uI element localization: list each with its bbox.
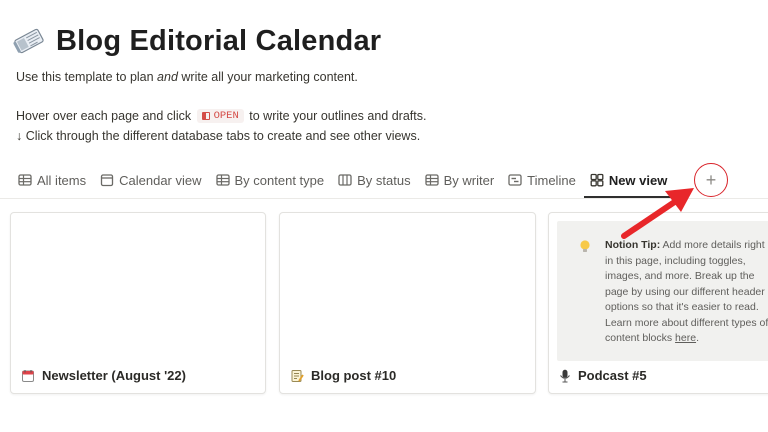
tab-label: By writer xyxy=(443,172,495,188)
tab-label: By status xyxy=(357,172,411,188)
tab-label: New view xyxy=(608,172,668,188)
title-row: Blog Editorial Calendar xyxy=(12,24,381,58)
page-title[interactable]: Blog Editorial Calendar xyxy=(56,25,381,58)
card-preview: Notion Tip: Add more details right in th… xyxy=(557,221,768,361)
microphone-icon xyxy=(560,369,570,382)
tab-label: Timeline xyxy=(527,172,576,188)
timeline-icon xyxy=(508,174,522,186)
open-chip-label: OPEN xyxy=(213,110,239,122)
open-chip: OPEN xyxy=(196,109,244,123)
tab-label: All items xyxy=(37,172,87,188)
database-view-tabs: All items Calendar view By content type … xyxy=(12,164,676,198)
table-icon xyxy=(424,174,439,186)
description-line-3: ↓ Click through the different database t… xyxy=(16,129,421,143)
calendar-page-icon xyxy=(22,369,34,382)
description-text: write all your marketing content. xyxy=(177,70,358,84)
open-in-side-icon xyxy=(201,112,210,120)
plus-icon: + xyxy=(705,169,717,190)
description-emphasis: and xyxy=(157,70,178,84)
description-text: Hover over each page and click xyxy=(16,109,195,123)
lightbulb-icon xyxy=(580,240,590,252)
description-line-2: Hover over each page and click OPEN to w… xyxy=(16,109,426,123)
tip-link[interactable]: here xyxy=(675,332,696,344)
tab-all-items[interactable]: All items xyxy=(12,165,94,195)
table-icon xyxy=(215,174,230,186)
tab-new-view[interactable]: New view xyxy=(583,165,676,198)
gallery-icon xyxy=(590,173,604,187)
tab-by-content-type[interactable]: By content type xyxy=(210,165,333,195)
board-icon xyxy=(338,174,352,186)
description-line-1: Use this template to plan and write all … xyxy=(16,70,358,84)
tabs-divider xyxy=(0,198,768,199)
notion-tip-callout: Notion Tip: Add more details right in th… xyxy=(579,238,768,347)
gallery-card[interactable]: Notion Tip: Add more details right in th… xyxy=(548,212,768,394)
tab-label: By content type xyxy=(234,172,325,188)
card-footer: Blog post #10 xyxy=(290,368,396,383)
page: Blog Editorial Calendar Use this templat… xyxy=(0,0,768,432)
gallery-card[interactable]: Newsletter (August '22) xyxy=(10,212,266,394)
gallery-card[interactable]: Blog post #10 xyxy=(279,212,536,394)
table-icon xyxy=(18,174,32,186)
card-title: Podcast #5 xyxy=(578,368,647,383)
tab-timeline[interactable]: Timeline xyxy=(502,165,584,195)
card-title: Blog post #10 xyxy=(311,368,397,383)
tip-body: Add more details right in this page, inc… xyxy=(605,239,768,344)
tip-text: Notion Tip: Add more details right in th… xyxy=(605,238,768,347)
newspaper-icon[interactable] xyxy=(12,24,46,58)
tab-calendar-view[interactable]: Calendar view xyxy=(94,165,209,195)
calendar-icon xyxy=(100,174,114,187)
add-view-button[interactable]: + xyxy=(694,163,728,197)
tip-label: Notion Tip: xyxy=(605,239,661,251)
memo-icon xyxy=(291,369,304,382)
tab-by-status[interactable]: By status xyxy=(332,165,418,195)
tab-by-writer[interactable]: By writer xyxy=(419,165,503,195)
description-text: to write your outlines and drafts. xyxy=(245,109,427,123)
card-footer: Newsletter (August '22) xyxy=(21,368,186,383)
card-footer: Podcast #5 xyxy=(559,368,647,383)
tip-end: . xyxy=(696,332,699,344)
card-title: Newsletter (August '22) xyxy=(42,368,186,383)
description-text: Use this template to plan xyxy=(16,70,158,84)
tab-label: Calendar view xyxy=(119,172,202,188)
